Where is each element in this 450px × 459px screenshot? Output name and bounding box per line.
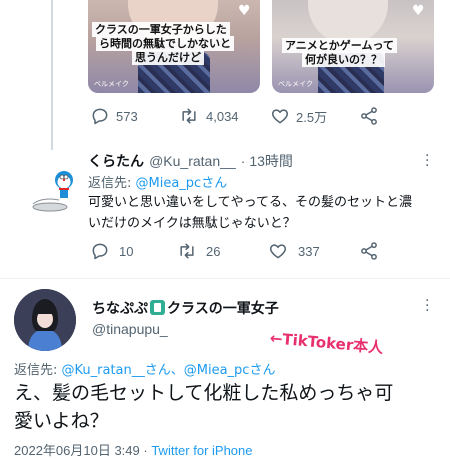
share-icon — [361, 107, 377, 125]
video-thumbnail-2[interactable]: アニメとかゲームって 何が良いの？？ ♥ ベルメイク — [272, 0, 434, 93]
mention-link[interactable]: @Ku_ratan__さん — [62, 363, 171, 378]
video-thumbnail-1[interactable]: クラスの一軍女子からした ら時間の無駄でしかないと 思うんだけど ♥ ベルメイク — [88, 0, 260, 93]
like-button[interactable]: 337 — [268, 241, 320, 261]
reply-button[interactable]: 10 — [90, 241, 133, 261]
replying-to: 返信先: @Ku_ratan__さん、@Miea_pcさん — [14, 359, 275, 378]
handwritten-annotation: ←TikToker本人 — [269, 329, 384, 357]
tweet-text-line: 可愛いと思い違いをしてやってる、その髪のセットと濃 — [88, 195, 412, 210]
share-icon — [361, 242, 377, 260]
replying-label: 返信先: — [88, 176, 136, 191]
heart-icon: ♥ — [238, 3, 251, 19]
heart-icon — [271, 109, 289, 124]
school-emoji-icon — [150, 300, 165, 315]
tweet-client[interactable]: Twitter for iPhone — [151, 443, 252, 458]
thumbnail-caption-line: 思うんだけど — [132, 50, 204, 65]
reply-tweet-header: くらたん @Ku_ratan__ · 13時間 — [88, 151, 293, 171]
replying-to: 返信先: @Miea_pcさん — [88, 172, 227, 191]
user-avatar-icon — [14, 289, 76, 351]
like-count: 337 — [298, 243, 320, 259]
retweet-button[interactable]: 4,034 — [178, 106, 239, 126]
mention-link[interactable]: @Miea_pcさん — [184, 363, 276, 378]
share-button[interactable] — [359, 106, 379, 126]
reply-tweet-text: 可愛いと思い違いをしてやってる、その髪のセットと濃 いだけのメイクは無駄じゃない… — [88, 192, 412, 234]
reply-count: 573 — [116, 108, 138, 124]
user-handle[interactable]: @tinapupu_ — [92, 321, 168, 337]
thumbnail-caption-line: 何が良いの？？ — [302, 52, 385, 67]
reply-button[interactable]: 573 — [90, 106, 138, 126]
tweet-text-line: いだけのメイクは無駄じゃないと？ — [88, 216, 296, 231]
user-handle[interactable]: @Ku_ratan__ — [149, 153, 236, 169]
doraemon-avatar-icon — [32, 171, 73, 212]
tweet-timestamp[interactable]: 2022年06月10日 3:49 — [14, 443, 140, 458]
retweet-button[interactable]: 26 — [176, 241, 220, 261]
avatar[interactable] — [14, 289, 76, 351]
divider — [0, 278, 450, 279]
thread-line — [51, 0, 53, 150]
share-button[interactable] — [359, 241, 379, 261]
mention-link[interactable]: @Miea_pcさん — [136, 176, 228, 191]
display-name-suffix[interactable]: クラスの一軍女子 — [167, 301, 279, 317]
thumbnail-caption-line: クラスの一軍女子からした — [92, 22, 230, 37]
tweet-meta: 2022年06月10日 3:49 · Twitter for iPhone — [14, 440, 252, 459]
retweet-icon — [180, 243, 194, 259]
heart-icon — [269, 244, 287, 259]
main-tweet-text: え、髪の毛セットして化粧した私めっちゃ可 愛いよね？ — [14, 379, 393, 435]
display-name[interactable]: ちなぷぷ — [92, 301, 148, 317]
mention-separator: 、 — [170, 363, 184, 378]
tweet-time[interactable]: · 13時間 — [241, 153, 293, 169]
more-icon[interactable]: · · · — [425, 294, 429, 318]
media-grid: クラスの一軍女子からした ら時間の無駄でしかないと 思うんだけど ♥ ベルメイク… — [0, 0, 450, 98]
reply-icon — [92, 243, 108, 260]
more-icon[interactable]: · · · — [425, 149, 429, 173]
retweet-count: 26 — [206, 243, 221, 259]
thumbnail-caption-line: アニメとかゲームって — [282, 38, 397, 53]
retweet-icon — [182, 108, 196, 124]
heart-icon: ♥ — [412, 3, 425, 19]
avatar[interactable] — [30, 168, 76, 214]
retweet-count: 4,034 — [206, 108, 239, 124]
tweet-text-line: え、髪の毛セットして化粧した私めっちゃ可 — [14, 382, 394, 404]
display-name[interactable]: くらたん — [88, 154, 144, 170]
thumbnail-tag: ベルメイク — [278, 80, 313, 88]
meta-separator: · — [139, 443, 152, 458]
replying-label: 返信先: — [14, 363, 62, 378]
like-button[interactable]: 2.5万 — [270, 106, 327, 126]
tweet-text-line: 愛いよね？ — [14, 410, 109, 432]
main-tweet-header: ちなぷぷ クラスの一軍女子 — [92, 298, 279, 318]
thumbnail-tag: ベルメイク — [94, 80, 129, 88]
like-count: 2.5万 — [296, 109, 328, 125]
thumbnail-caption-line: ら時間の無駄でしかないと — [96, 36, 234, 51]
reply-icon — [92, 108, 108, 125]
reply-count: 10 — [119, 243, 134, 259]
